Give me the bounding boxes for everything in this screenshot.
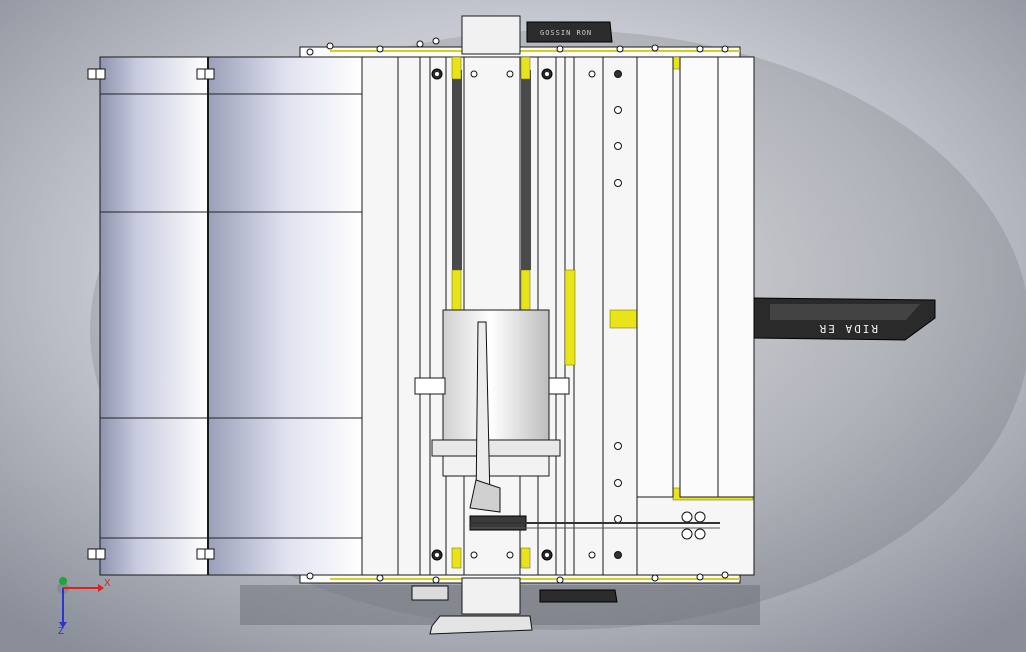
top-nameplate-text: GOSSIN RON [540,29,592,37]
pulley-housing-top [461,15,521,55]
roller-drum-left [99,56,209,576]
top-nameplate: GOSSIN RON [526,21,613,43]
cad-viewport[interactable]: GOSSIN RON RIDA ER X Z [0,0,1026,652]
motor-body [442,309,550,441]
z-axis-label: Z [58,626,64,637]
side-nameplate-text: RIDA ER [818,322,878,335]
motor-mount-left [414,377,446,395]
side-nameplate: RIDA ER [753,297,936,341]
belt-track-right [521,70,531,270]
motor-mount-right [548,377,570,395]
roller-drum-right [207,56,363,576]
side-panel-1 [636,56,674,498]
motor-base [442,455,550,477]
x-axis-label: X [104,578,111,589]
bottom-nameplate [539,589,618,603]
side-panel-2 [679,56,719,498]
pulley-housing-bottom [461,577,521,615]
belt-track-left [452,70,462,270]
side-bracket-left [411,585,449,601]
motor-flange [431,439,561,457]
side-panel-3 [717,56,755,498]
y-axis-dot [59,577,67,585]
machine-drawing: GOSSIN RON RIDA ER X Z [0,0,1026,652]
